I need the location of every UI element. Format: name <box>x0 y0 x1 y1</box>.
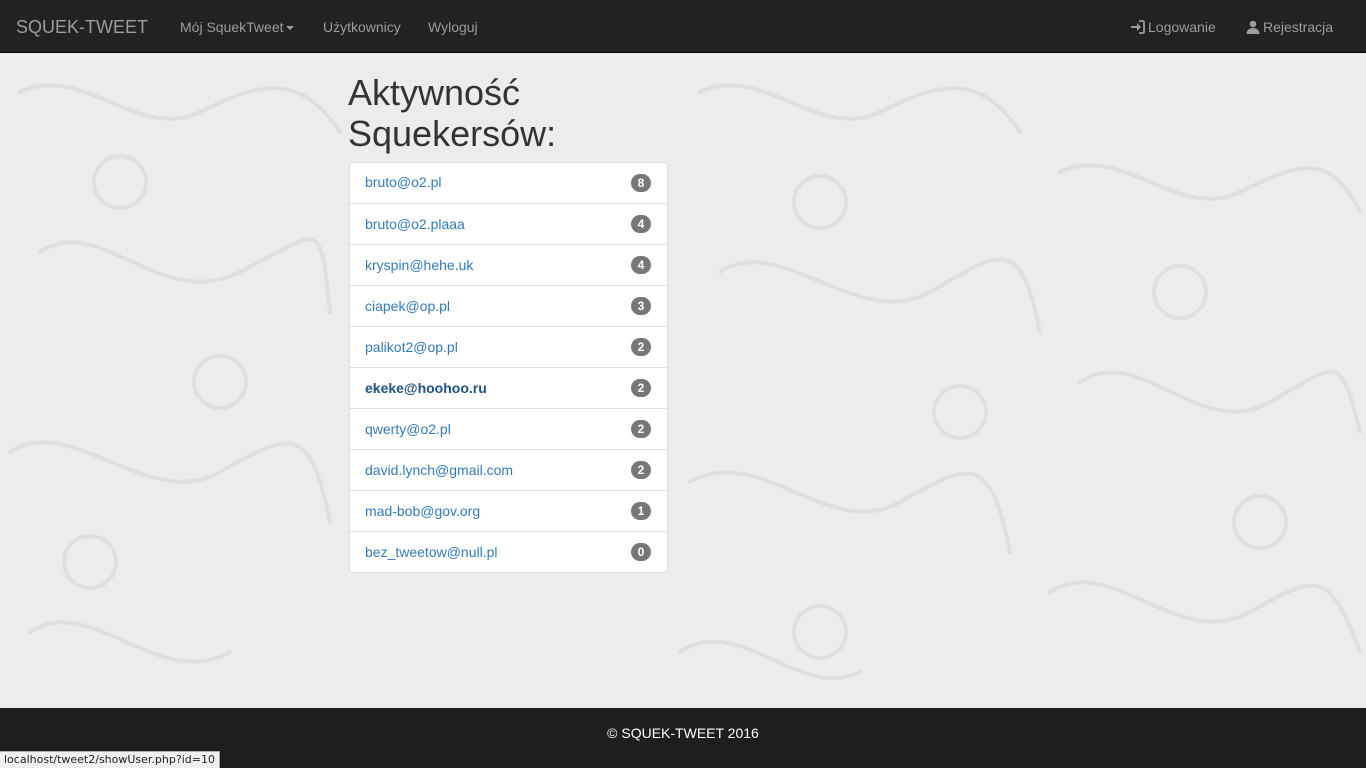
tweet-count-badge: 2 <box>631 338 651 356</box>
log-in-icon <box>1130 2 1145 56</box>
list-item: kryspin@hehe.uk 4 <box>350 244 667 285</box>
list-item: mad-bob@gov.org 1 <box>350 490 667 531</box>
list-item: david.lynch@gmail.com 2 <box>350 449 667 490</box>
list-item: bruto@o2.plaaa 4 <box>350 203 667 244</box>
user-email-link[interactable]: david.lynch@gmail.com <box>365 462 513 478</box>
tweet-count-badge: 2 <box>631 461 651 479</box>
tweet-count-badge: 4 <box>631 256 651 274</box>
nav-logout-link[interactable]: Wyloguj <box>428 0 478 53</box>
page-title-line1: Aktywność <box>348 72 521 113</box>
user-activity-list: bruto@o2.pl 8 bruto@o2.plaaa 4 kryspin@h… <box>349 162 668 573</box>
tweet-count-badge: 1 <box>631 502 651 520</box>
tweet-count-badge: 3 <box>631 297 651 315</box>
tweet-count-badge: 2 <box>631 420 651 438</box>
page-title: Aktywność Squekersów: <box>348 72 668 154</box>
list-item: bruto@o2.pl 8 <box>350 163 667 203</box>
user-email-link[interactable]: bruto@o2.pl <box>365 174 441 190</box>
nav-my-squektweet-label: Mój SquekTweet <box>180 19 284 35</box>
nav-login-link[interactable]: Logowanie <box>1130 0 1216 53</box>
top-navbar: SQUEK-TWEET Mój SquekTweet Użytkownicy W… <box>0 0 1366 53</box>
user-icon <box>1246 2 1260 56</box>
list-item: palikot2@op.pl 2 <box>350 326 667 367</box>
browser-status-bar: localhost/tweet2/showUser.php?id=10 <box>0 751 220 768</box>
list-item: bez_tweetow@null.pl 0 <box>350 531 667 572</box>
tweet-count-badge: 0 <box>631 543 651 561</box>
nav-register-link[interactable]: Rejestracja <box>1246 0 1333 53</box>
brand-link[interactable]: SQUEK-TWEET <box>16 0 148 53</box>
nav-login-label: Logowanie <box>1148 19 1216 35</box>
nav-register-label: Rejestracja <box>1263 19 1334 35</box>
user-email-link[interactable]: kryspin@hehe.uk <box>365 257 473 273</box>
user-email-link[interactable]: bruto@o2.plaaa <box>365 216 465 232</box>
background-pattern <box>0 52 1366 708</box>
user-email-link[interactable]: qwerty@o2.pl <box>365 421 451 437</box>
list-item: qwerty@o2.pl 2 <box>350 408 667 449</box>
tweet-count-badge: 4 <box>631 215 651 233</box>
tweet-count-badge: 2 <box>631 379 651 397</box>
user-email-link[interactable]: ciapek@op.pl <box>365 298 450 314</box>
nav-my-squektweet-dropdown[interactable]: Mój SquekTweet <box>180 0 294 53</box>
list-item: ekeke@hoohoo.ru 2 <box>350 367 667 408</box>
user-email-link-hovered[interactable]: ekeke@hoohoo.ru <box>365 380 487 396</box>
tweet-count-badge: 8 <box>631 174 651 192</box>
list-item: ciapek@op.pl 3 <box>350 285 667 326</box>
nav-users-link[interactable]: Użytkownicy <box>323 0 401 53</box>
user-email-link[interactable]: palikot2@op.pl <box>365 339 458 355</box>
chevron-down-icon <box>285 26 294 31</box>
user-email-link[interactable]: bez_tweetow@null.pl <box>365 544 498 560</box>
page-title-line2: Squekersów: <box>348 113 557 154</box>
user-email-link[interactable]: mad-bob@gov.org <box>365 503 480 519</box>
footer-copyright: © SQUEK-TWEET 2016 <box>607 725 759 741</box>
